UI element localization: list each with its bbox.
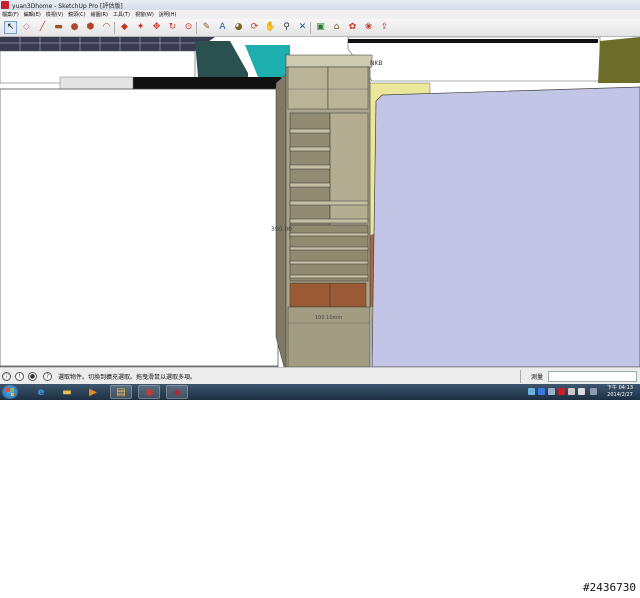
ie-glyph-icon: e [37,386,45,398]
white-wall-left [0,88,279,367]
help-tray-icon[interactable] [538,388,545,395]
toolbar-separator [196,22,197,34]
flag-tray-icon[interactable] [558,388,565,395]
tape-measure-tool-icon[interactable]: ✎ [200,21,213,34]
windows-logo-icon [6,388,14,396]
extension-icon[interactable]: ✿ [346,21,359,34]
help-icon[interactable]: ? [43,372,52,381]
menu-edit[interactable]: 編輯(E) [24,11,41,18]
paint-bucket-tool-icon[interactable]: ◕ [232,21,245,34]
upper-door-right [327,66,369,110]
toolbar-separator [310,22,311,34]
tiled-wall-top [0,37,215,51]
ie-taskbar-icon[interactable]: e [30,385,52,399]
geo-location-icon[interactable]: ⓘ [2,372,11,381]
upper-door-left [287,66,329,110]
offset-tool-icon[interactable]: ⊙ [182,21,195,34]
action-center-tray-icon[interactable] [548,388,555,395]
rotate-tool-icon[interactable]: ↻ [166,21,179,34]
status-divider [520,370,521,383]
polygon-tool-icon[interactable]: ⬢ [84,21,97,34]
menu-camera[interactable]: 鏡頭(C) [68,11,85,18]
zoom-tool-icon[interactable]: ⚲ [280,21,293,34]
credits-icon[interactable]: ! [15,372,24,381]
measurements-label: 測量 [531,374,544,381]
measurements-input[interactable] [548,371,637,382]
sketchup-glyph-icon: ◈ [173,386,181,398]
drawer-right [329,282,367,308]
chrome-taskbar-icon[interactable]: ◉ [138,385,160,399]
main-toolbar: ↖ ◇ ╱ ▬ ● ⬢ ◠ ◆ ✦ ✥ ↻ ⊙ ✎ A ◕ ⟳ ✋ ⚲ ✕ ▣ ⌂ ✿ ❀ ⇪ [0,19,640,37]
menu-help[interactable]: 說明(H) [159,11,177,18]
network-tray-icon[interactable] [528,388,535,395]
model-viewport[interactable]: NKB 390.00 100.10mm [0,37,640,367]
share-model-icon[interactable]: ⇪ [378,21,391,34]
arc-tool-icon[interactable]: ◠ [100,21,113,34]
explorer-glyph-icon: ▬ [62,386,72,398]
drawer-left [289,282,331,308]
toolbar-separator [114,22,115,34]
window-title: yuan3Dhome - SketchUp Pro [評估版] [12,2,123,10]
battery-tray-icon[interactable] [568,388,575,395]
materials-icon[interactable]: ❀ [362,21,375,34]
folder-glyph-icon: ▤ [116,386,126,398]
clock-date: 2014/2/27 [607,392,633,398]
dark-trim-top [348,39,598,43]
menu-window[interactable]: 視窗(W) [135,11,154,18]
start-button[interactable] [2,385,18,399]
menu-view[interactable]: 檢視(V) [46,11,63,18]
white-wall-right [347,37,601,82]
circle-tool-icon[interactable]: ● [68,21,81,34]
eraser-tool-icon[interactable]: ◇ [20,21,33,34]
cabinet-top [285,54,373,68]
text-tool-icon[interactable]: A [216,21,229,34]
zoom-extents-tool-icon[interactable]: ✕ [296,21,309,34]
chrome-glyph-icon: ◉ [144,386,154,398]
label-floor: 100.10mm [315,315,342,321]
olive-block [598,37,640,83]
status-message: 選取物件。切換到擴充選取。拖曳滑鼠以選取多項。 [58,374,197,381]
user-icon[interactable]: ● [28,372,37,381]
menu-draw[interactable]: 繪圖(R) [91,11,108,18]
rectangle-tool-icon[interactable]: ▬ [52,21,65,34]
menu-bar: 檔案(F) 編輯(E) 檢視(V) 鏡頭(C) 繪圖(R) 工具(T) 視窗(W… [0,10,640,19]
watermark-id: #2436730 [583,581,636,594]
pencil-tool-icon[interactable]: ╱ [36,21,49,34]
volume-tray-icon[interactable] [578,388,585,395]
label-dimension: 390.00 [271,226,292,233]
folder-taskbar-icon[interactable]: ▤ [110,385,132,399]
sketchup-app-icon [1,1,9,9]
orbit-tool-icon[interactable]: ⟳ [248,21,261,34]
blue-wall [371,86,640,367]
follow-me-tool-icon[interactable]: ✦ [134,21,147,34]
push-pull-tool-icon[interactable]: ◆ [118,21,131,34]
media-player-taskbar-icon[interactable]: ▶ [82,385,104,399]
label-nkb: NKB [370,60,383,67]
warehouse-icon[interactable]: ⌂ [330,21,343,34]
clock-time: 下午 04:13 [607,385,633,391]
title-bar[interactable]: yuan3Dhome - SketchUp Pro [評估版] [0,0,640,10]
menu-file[interactable]: 檔案(F) [2,11,19,18]
media-player-glyph-icon: ▶ [89,386,97,398]
taskbar-clock[interactable]: 下午 04:13 2014/2/27 [603,385,637,399]
menu-tools[interactable]: 工具(T) [113,11,130,18]
components-icon[interactable]: ▣ [314,21,327,34]
sketchup-taskbar-icon[interactable]: ◈ [166,385,188,399]
scene-drawing: NKB 390.00 100.10mm [0,37,640,367]
select-tool-icon[interactable]: ↖ [4,21,17,34]
explorer-taskbar-icon[interactable]: ▬ [56,385,78,399]
windows-taskbar: 下午 04:13 2014/2/27 e ▬ ▶ ▤ ◉ ◈ [0,384,640,400]
pan-tool-icon[interactable]: ✋ [264,21,277,34]
sketchup-window: yuan3Dhome - SketchUp Pro [評估版] 檔案(F) 編輯… [0,0,640,400]
move-tool-icon[interactable]: ✥ [150,21,163,34]
keyboard-tray-icon[interactable] [590,388,597,395]
status-bar: ⓘ ! ● ? 選取物件。切換到擴充選取。拖曳滑鼠以選取多項。 測量 [0,367,640,384]
